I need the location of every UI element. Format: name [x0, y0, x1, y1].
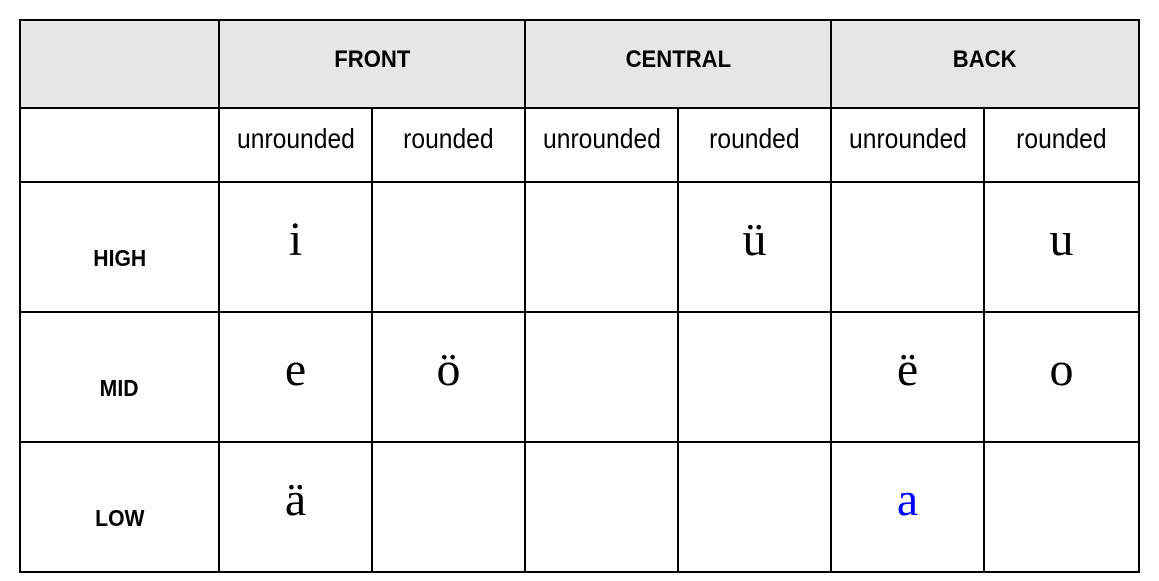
table-row-high: HIGH i ü u [19, 181, 1141, 313]
table-row-mid: MID e ö ë o [19, 311, 1141, 443]
vowel-cell [677, 441, 832, 573]
group-label: CENTRAL [625, 46, 731, 73]
subheader-cell: rounded [677, 107, 832, 183]
vowel-cell: u [982, 181, 1141, 313]
corner-cell [19, 19, 220, 109]
subheader-cell: unrounded [524, 107, 679, 183]
vowel-cell: ü [677, 181, 832, 313]
row-label-cell: LOW [19, 441, 220, 573]
subheader-row: unrounded rounded unrounded rounded unro… [19, 107, 1141, 183]
group-label: FRONT [333, 46, 411, 73]
group-header-row: FRONT CENTRAL BACK [19, 19, 1141, 109]
vowel-cell [524, 311, 679, 443]
group-header-back: BACK [829, 19, 1141, 109]
vowel-cell [830, 181, 985, 313]
row-label-cell: HIGH [19, 181, 220, 313]
vowel-cell [982, 441, 1141, 573]
vowel-cell: e [218, 311, 373, 443]
vowel-cell [524, 181, 679, 313]
subheader-cell: unrounded [218, 107, 373, 183]
vowel-cell [371, 441, 526, 573]
group-header-central: CENTRAL [524, 19, 832, 109]
subheader-cell: unrounded [830, 107, 985, 183]
table-row-low: LOW ä a [19, 441, 1141, 573]
vowel-cell [677, 311, 832, 443]
vowel-cell: ë [830, 311, 985, 443]
subheader-cell: rounded [982, 107, 1141, 183]
vowel-cell [371, 181, 526, 313]
vowel-cell: o [982, 311, 1141, 443]
subheader-cell: rounded [371, 107, 526, 183]
group-header-front: FRONT [218, 19, 526, 109]
vowel-cell: ä [218, 441, 373, 573]
group-label: BACK [953, 46, 1017, 73]
vowel-cell: ö [371, 311, 526, 443]
vowel-chart-table: FRONT CENTRAL BACK unrounded rounded unr… [19, 19, 1141, 573]
vowel-cell-highlighted: a [830, 441, 985, 573]
vowel-cell: i [218, 181, 373, 313]
subheader-corner-cell [19, 107, 220, 183]
row-label-cell: MID [19, 311, 220, 443]
vowel-cell [524, 441, 679, 573]
